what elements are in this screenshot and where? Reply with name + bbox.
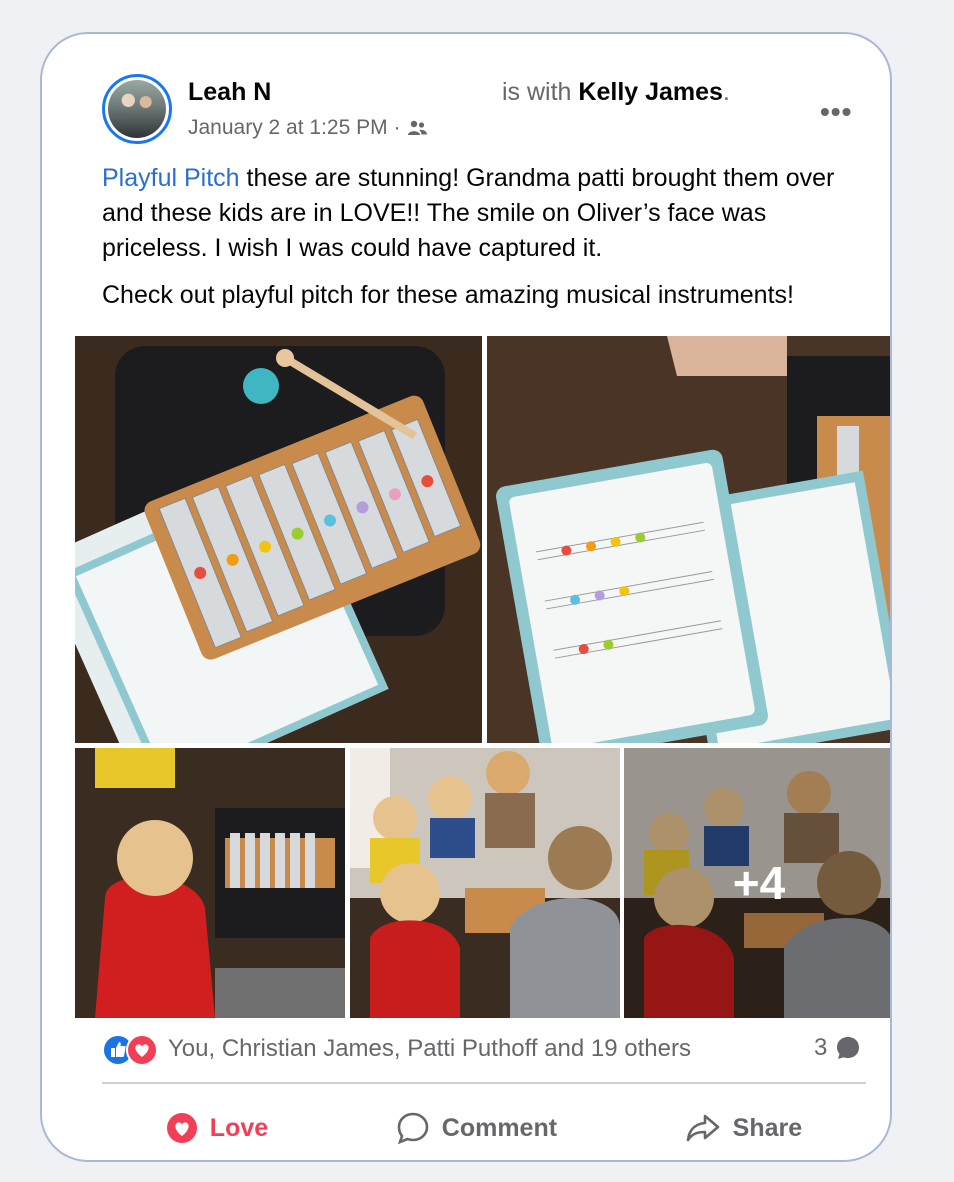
share-label: Share xyxy=(732,1113,803,1142)
friends-icon[interactable] xyxy=(406,119,428,137)
author-name[interactable]: Leah N xyxy=(188,78,271,107)
comment-button[interactable]: Comment xyxy=(396,1111,557,1145)
post-meta: January 2 at 1:25 PM · xyxy=(188,116,428,140)
with-suffix: . xyxy=(722,78,730,106)
more-photos-count[interactable]: +4 xyxy=(624,748,890,1018)
post-photo-1[interactable] xyxy=(75,336,482,743)
comment-label: Comment xyxy=(441,1113,558,1142)
comments-count[interactable]: 3 xyxy=(814,1034,861,1062)
with-prefix: is with xyxy=(502,78,572,106)
page-tag-link[interactable]: Playful Pitch xyxy=(102,164,240,192)
post-photo-5-more[interactable]: +4 xyxy=(624,748,890,1018)
share-button[interactable]: Share xyxy=(685,1112,802,1144)
kids-group-photo xyxy=(350,748,620,1018)
comment-icon xyxy=(397,1112,429,1145)
boy-playing-photo xyxy=(75,748,345,1018)
post-actions: Love Comment Share xyxy=(102,1100,866,1156)
post-text: Playful Pitch these are stunning! Grandm… xyxy=(102,161,862,325)
love-icon xyxy=(126,1034,158,1066)
xylophone-photo xyxy=(75,336,482,743)
post-timestamp[interactable]: January 2 at 1:25 PM · xyxy=(188,116,400,140)
reactions-text[interactable]: You, Christian James, Patti Puthoff and … xyxy=(168,1035,691,1063)
avatar-photo xyxy=(108,80,166,138)
love-button[interactable]: Love xyxy=(166,1112,268,1144)
comment-bubble-icon xyxy=(837,1037,860,1059)
share-icon xyxy=(686,1114,719,1142)
more-options-icon[interactable]: ••• xyxy=(820,96,852,128)
reaction-icons xyxy=(102,1034,160,1066)
post-paragraph-2: Check out playful pitch for these amazin… xyxy=(102,281,794,309)
love-reaction-icon xyxy=(166,1113,197,1143)
tagged-with: is with Kelly James. xyxy=(502,78,730,107)
post-body: Leah N is with Kelly James. January 2 at… xyxy=(58,44,890,1156)
comments-count-value: 3 xyxy=(814,1034,828,1061)
tagged-name[interactable]: Kelly James xyxy=(578,78,723,106)
post-photo-3[interactable] xyxy=(75,748,345,1018)
post-photo-4[interactable] xyxy=(350,748,620,1018)
song-cards-photo xyxy=(487,336,890,743)
actions-divider xyxy=(102,1082,866,1084)
author-avatar[interactable] xyxy=(102,74,172,144)
love-label: Love xyxy=(209,1113,269,1142)
post-photo-2[interactable] xyxy=(487,336,890,743)
reactions-summary[interactable]: You, Christian James, Patti Puthoff and … xyxy=(102,1034,691,1066)
post-paragraph-1: Playful Pitch these are stunning! Grandm… xyxy=(102,161,862,266)
post-card: Leah N is with Kelly James. January 2 at… xyxy=(40,32,892,1162)
